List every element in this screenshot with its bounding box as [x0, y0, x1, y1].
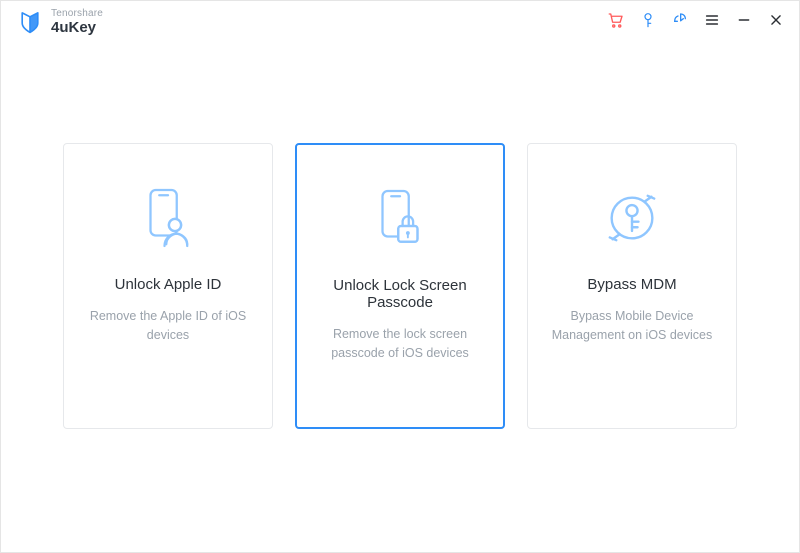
brand: Tenorshare 4uKey	[17, 9, 103, 35]
close-icon[interactable]	[767, 11, 785, 29]
brand-logo-icon	[17, 9, 43, 35]
unlock-lock-screen-icon	[365, 179, 435, 259]
brand-product: 4uKey	[51, 20, 103, 36]
titlebar: Tenorshare 4uKey	[1, 1, 799, 49]
key-icon[interactable]	[639, 11, 657, 29]
card-title: Unlock Lock Screen Passcode	[315, 277, 485, 311]
share-icon[interactable]	[671, 11, 689, 29]
card-unlock-apple-id[interactable]: Unlock Apple ID Remove the Apple ID of i…	[63, 143, 273, 429]
card-desc: Remove the lock screen passcode of iOS d…	[315, 325, 485, 364]
menu-icon[interactable]	[703, 11, 721, 29]
minimize-icon[interactable]	[735, 11, 753, 29]
card-bypass-mdm[interactable]: Bypass MDM Bypass Mobile Device Manageme…	[527, 143, 737, 429]
bypass-mdm-icon	[595, 178, 669, 258]
card-desc: Bypass Mobile Device Management on iOS d…	[546, 307, 718, 346]
cart-icon[interactable]	[607, 11, 625, 29]
window-controls	[607, 9, 785, 29]
unlock-apple-id-icon	[133, 178, 203, 258]
main: Unlock Apple ID Remove the Apple ID of i…	[1, 49, 799, 552]
card-desc: Remove the Apple ID of iOS devices	[82, 307, 254, 346]
card-title: Unlock Apple ID	[115, 276, 222, 293]
card-title: Bypass MDM	[587, 276, 676, 293]
brand-company: Tenorshare	[51, 9, 103, 20]
card-unlock-lock-screen[interactable]: Unlock Lock Screen Passcode Remove the l…	[295, 143, 505, 429]
